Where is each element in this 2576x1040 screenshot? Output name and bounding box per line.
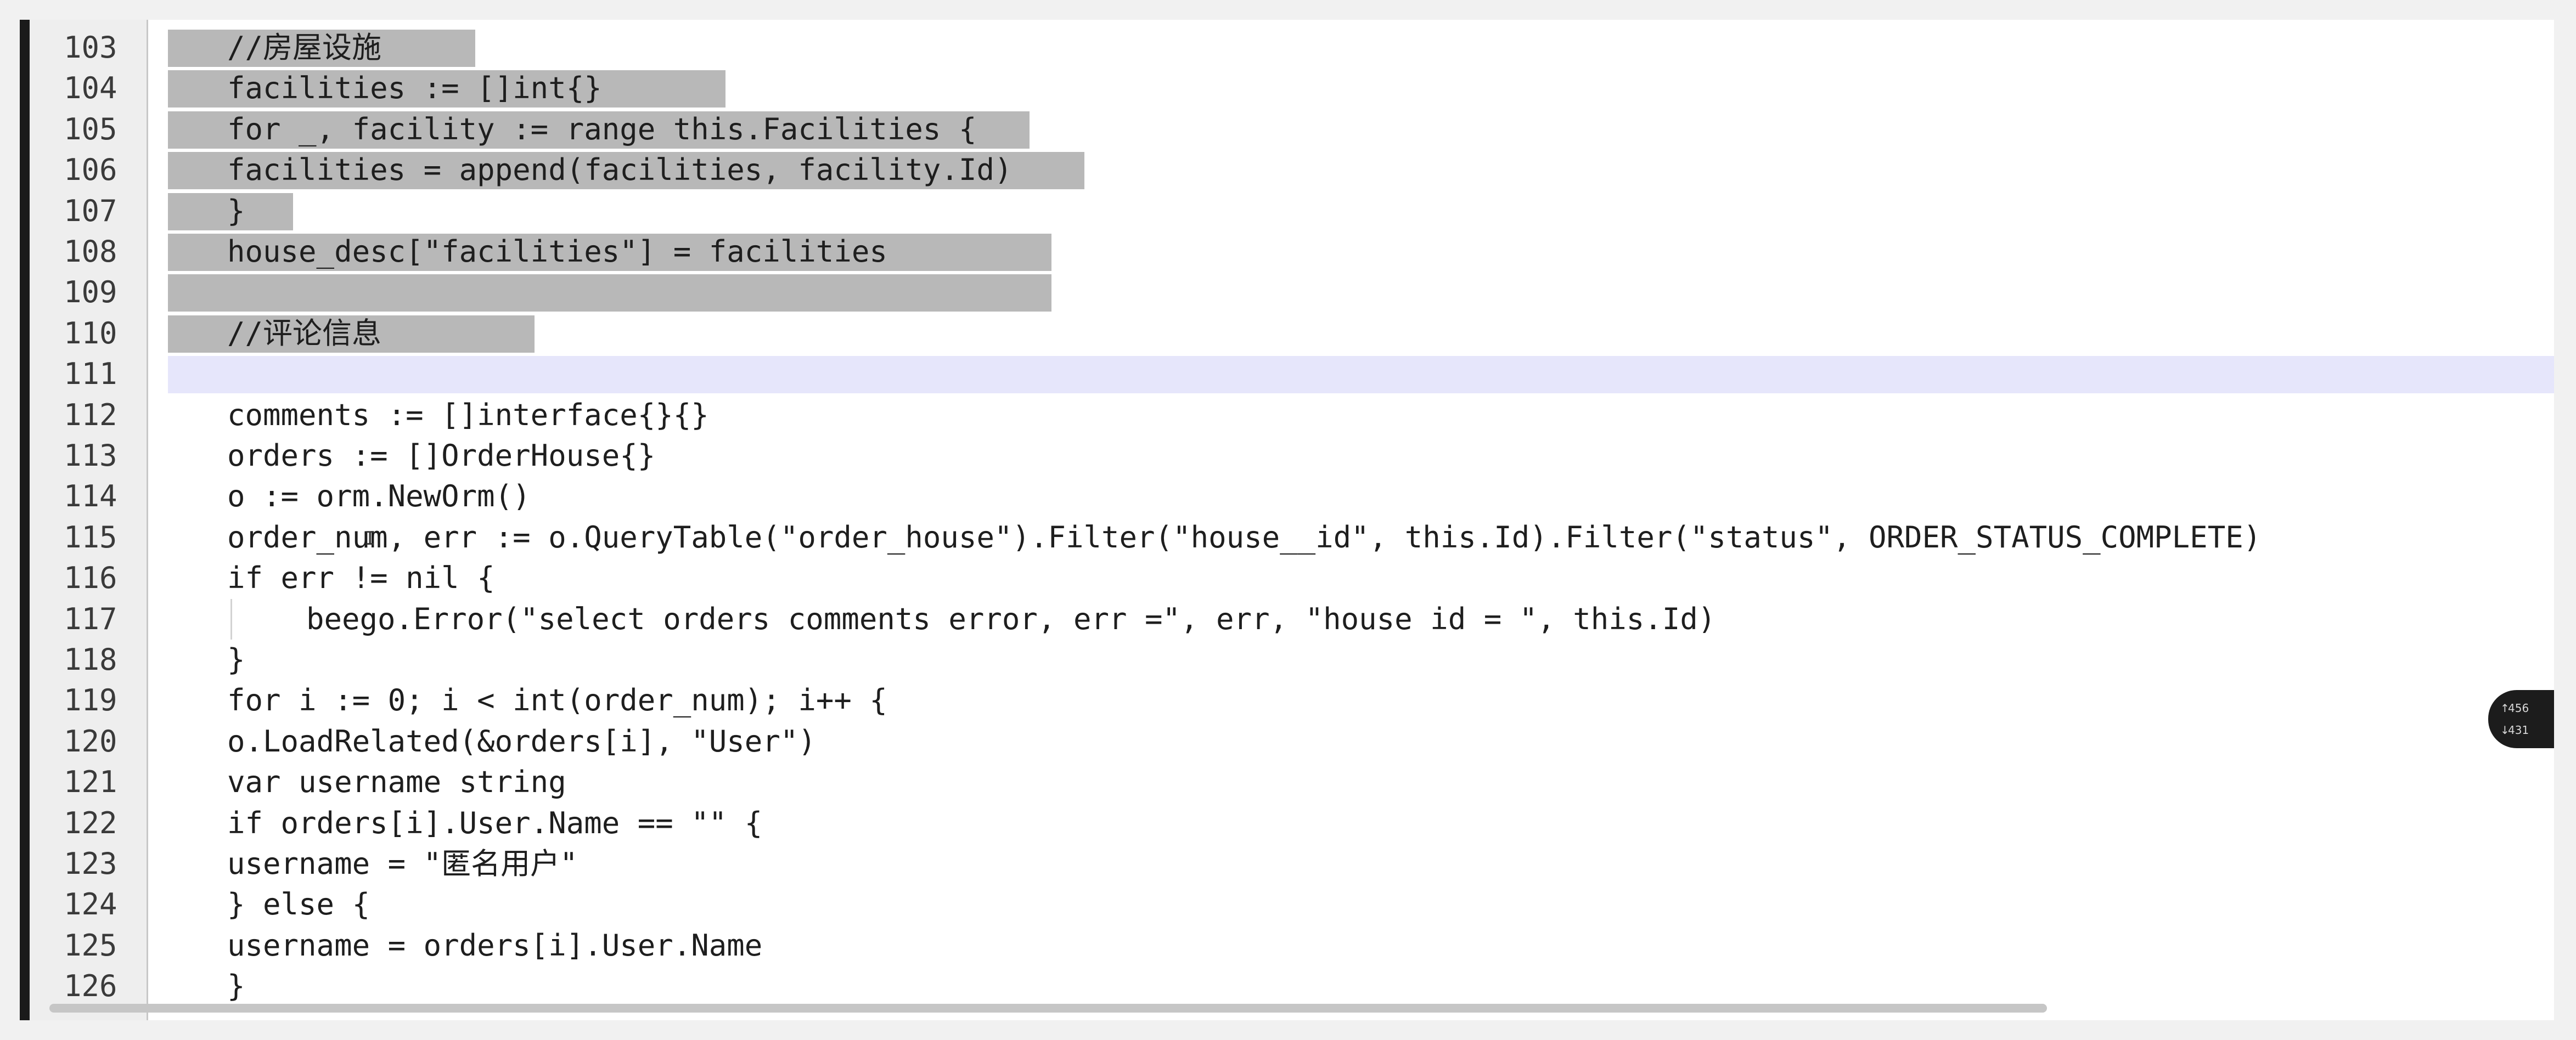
code-line[interactable]: 116 if err != nil { — [64, 558, 2554, 598]
current-line-highlight — [168, 356, 2554, 394]
network-speed-widget: ↑456 ↓431 — [2488, 690, 2554, 748]
upload-speed: ↑456 — [2500, 700, 2529, 716]
code-line[interactable]: 112 comments := []interface{}{} — [64, 395, 2554, 436]
line-number: 113 — [64, 438, 117, 473]
line-number: 111 — [64, 357, 117, 392]
code-area[interactable]: 103 //房屋设施 104 facilities := []int{} 105 for … — [64, 20, 2554, 1020]
code-line[interactable]: 106 facilities = append(facilities, facil… — [64, 150, 2554, 190]
code-line[interactable]: 123 username = "匿名用户" — [64, 844, 2554, 884]
code-line[interactable]: 124 } else { — [64, 884, 2554, 925]
code-line[interactable]: 126} — [64, 966, 2554, 1007]
download-speed-value: 431 — [2508, 724, 2529, 737]
code-text: facilities = append(facilities, facility… — [227, 152, 1013, 188]
line-number: 103 — [64, 30, 117, 65]
code-text: username = "匿名用户" — [227, 846, 578, 881]
indent-guide — [230, 598, 232, 640]
line-number: 115 — [64, 519, 117, 555]
line-number: 112 — [64, 397, 117, 432]
code-editor-window: 103 //房屋设施 104 facilities := []int{} 105 for … — [20, 20, 2554, 1020]
code-text: facilities := []int{} — [227, 71, 602, 106]
code-line[interactable]: 104 facilities := []int{} — [64, 68, 2554, 109]
code-text: //房屋设施 — [227, 30, 382, 65]
screen-frame: 103 //房屋设施 104 facilities := []int{} 105 for … — [0, 0, 2576, 1040]
selection-highlight — [168, 274, 1051, 312]
line-number: 126 — [64, 969, 117, 1004]
line-number: 122 — [64, 805, 117, 840]
line-number: 106 — [64, 152, 117, 188]
upload-arrow-icon: ↑ — [2500, 702, 2510, 715]
code-line[interactable]: 103 //房屋设施 — [64, 27, 2554, 68]
code-line[interactable]: 125 username = orders[i].User.Name — [64, 925, 2554, 966]
line-number: 107 — [64, 193, 117, 228]
code-text: var username string — [227, 765, 566, 800]
code-text: orders := []OrderHouse{} — [227, 438, 656, 473]
upload-speed-value: 456 — [2508, 702, 2529, 715]
code-text: o := orm.NewOrm() — [227, 479, 531, 514]
code-text: } — [227, 642, 245, 677]
code-text: if orders[i].User.Name == "" { — [227, 805, 763, 840]
code-text: } — [227, 193, 245, 228]
code-line[interactable]: 117 beego.Error("select orders comments e… — [64, 598, 2554, 640]
code-line[interactable]: 111 — [64, 354, 2554, 394]
line-number: 114 — [64, 479, 117, 514]
code-text: house_desc["facilities"] = facilities — [227, 234, 887, 269]
code-text: if err != nil { — [227, 561, 495, 596]
code-text: beego.Error("select orders comments erro… — [306, 601, 1716, 636]
code-text: for _, facility := range this.Facilities… — [227, 111, 977, 146]
horizontal-scrollbar[interactable] — [49, 1004, 2047, 1013]
code-line[interactable]: 108 house_desc["facilities"] = facilities — [64, 231, 2554, 272]
code-line[interactable]: 121 var username string — [64, 762, 2554, 802]
code-line[interactable]: 107} — [64, 191, 2554, 231]
code-text: //评论信息 — [227, 315, 382, 351]
code-text: username = orders[i].User.Name — [227, 928, 763, 963]
line-number: 110 — [64, 315, 117, 351]
line-number: 105 — [64, 111, 117, 146]
line-number: 119 — [64, 683, 117, 718]
line-number: 124 — [64, 887, 117, 922]
code-text: o.LoadRelated(&orders[i], "User") — [227, 724, 816, 759]
code-line[interactable]: 114 o := orm.NewOrm() — [64, 476, 2554, 517]
line-number: 104 — [64, 71, 117, 106]
code-line[interactable]: 122 if orders[i].User.Name == "" { — [64, 803, 2554, 844]
code-line[interactable]: 115 order_num, err := o.QueryTable("order… — [64, 517, 2554, 558]
text-cursor-icon: I — [364, 528, 376, 550]
code-line[interactable]: 105 for _, facility := range this.Facilit… — [64, 109, 2554, 150]
code-line[interactable]: 119 for i := 0; i < int(order_num); i++ { — [64, 680, 2554, 721]
line-number: 123 — [64, 846, 117, 881]
code-line[interactable]: 113 orders := []OrderHouse{} — [64, 436, 2554, 476]
code-text: for i := 0; i < int(order_num); i++ { — [227, 683, 887, 718]
line-number: 108 — [64, 234, 117, 269]
download-arrow-icon: ↓ — [2500, 724, 2510, 737]
line-number: 116 — [64, 561, 117, 596]
line-number: 118 — [64, 642, 117, 677]
line-number: 120 — [64, 724, 117, 759]
line-number: 125 — [64, 928, 117, 963]
code-text: } — [227, 969, 245, 1004]
code-line[interactable]: 110 //评论信息 — [64, 313, 2554, 354]
line-number: 117 — [64, 601, 117, 636]
line-number: 121 — [64, 765, 117, 800]
code-text: comments := []interface{}{} — [227, 397, 709, 432]
download-speed: ↓431 — [2500, 722, 2529, 738]
code-line[interactable]: 120 o.LoadRelated(&orders[i], "User") — [64, 721, 2554, 762]
code-line[interactable]: 118} — [64, 640, 2554, 680]
code-line[interactable]: 109 — [64, 272, 2554, 313]
line-number: 109 — [64, 275, 117, 310]
code-text: } else { — [227, 887, 370, 922]
code-text: order_num, err := o.QueryTable("order_ho… — [227, 519, 2262, 555]
